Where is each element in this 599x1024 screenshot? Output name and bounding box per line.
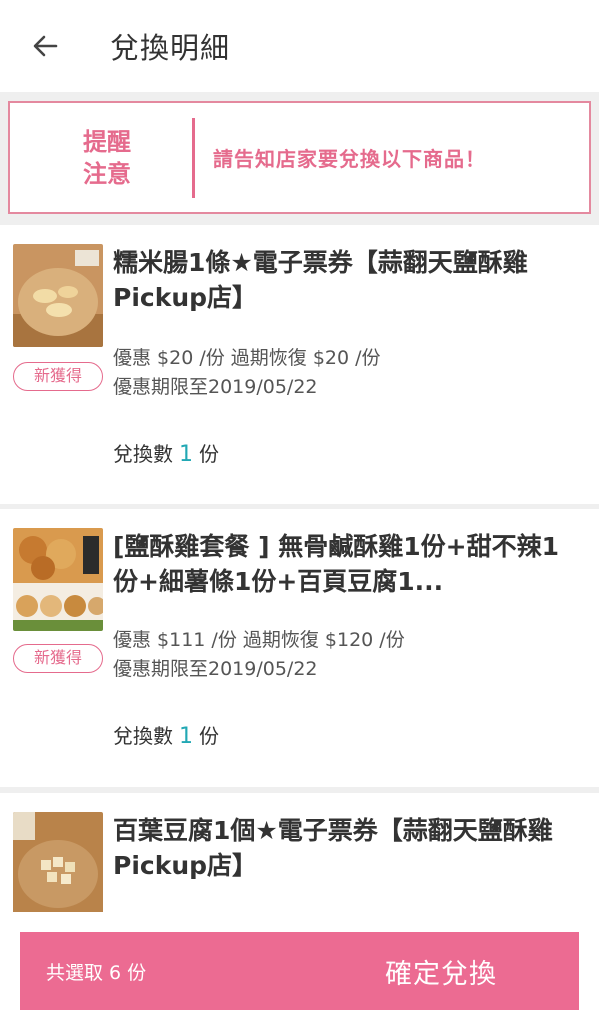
- product-thumbnail: [13, 244, 103, 347]
- quantity-unit: 份: [199, 724, 219, 748]
- quantity-value: 1: [179, 724, 193, 749]
- quantity-prefix: 兌換數: [113, 442, 173, 466]
- quantity-value: 1: [179, 442, 193, 467]
- list-item[interactable]: 新獲得 糯米腸1條★電子票券【蒜翻天鹽酥雞 Pickup店】 優惠 $20 /份…: [0, 225, 599, 504]
- footer-bar: 共選取 6 份 確定兌換: [0, 912, 599, 1024]
- item-title: 百葉豆腐1個★電子票券【蒜翻天鹽酥雞 Pickup店】: [113, 816, 553, 880]
- item-expiry: 優惠期限至2019/05/22: [113, 658, 318, 680]
- quantity-prefix: 兌換數: [113, 724, 173, 748]
- confirm-redeem-button[interactable]: 共選取 6 份 確定兌換: [20, 932, 579, 1010]
- page-title: 兌換明細: [110, 31, 231, 65]
- item-price: 優惠 $111 /份 過期恢復 $120 /份: [113, 629, 405, 651]
- selected-count: 共選取 6 份: [46, 961, 147, 984]
- list-item[interactable]: 新獲得 [鹽酥雞套餐 ] 無骨鹹酥雞1份+甜不辣1份+細薯條1份+百頁豆腐1..…: [0, 509, 599, 787]
- notice-label: 提醒 注意: [10, 126, 182, 190]
- item-price: 優惠 $20 /份 過期恢復 $20 /份: [113, 347, 381, 369]
- arrow-left-icon: [33, 35, 58, 57]
- new-badge: 新獲得: [13, 362, 103, 391]
- notice-divider: [192, 117, 195, 198]
- notice-banner: 提醒 注意 請告知店家要兌換以下商品！: [8, 101, 591, 214]
- new-badge: 新獲得: [13, 644, 103, 673]
- product-thumbnail: [13, 812, 103, 915]
- back-button[interactable]: [0, 0, 90, 92]
- item-title: [鹽酥雞套餐 ] 無骨鹹酥雞1份+甜不辣1份+細薯條1份+百頁豆腐1...: [113, 532, 559, 596]
- item-quantity: 兌換數 1 份: [113, 720, 219, 749]
- item-quantity: 兌換數 1 份: [113, 438, 219, 467]
- app-header: 兌換明細: [0, 0, 599, 92]
- notice-label-line2: 注意: [83, 159, 131, 188]
- notice-message: 請告知店家要兌換以下商品！: [213, 147, 486, 171]
- quantity-unit: 份: [199, 442, 219, 466]
- item-title: 糯米腸1條★電子票券【蒜翻天鹽酥雞 Pickup店】: [113, 248, 528, 312]
- item-expiry: 優惠期限至2019/05/22: [113, 376, 318, 398]
- product-thumbnail: [13, 528, 103, 631]
- confirm-label: 確定兌換: [385, 958, 497, 990]
- notice-label-line1: 提醒: [83, 127, 131, 156]
